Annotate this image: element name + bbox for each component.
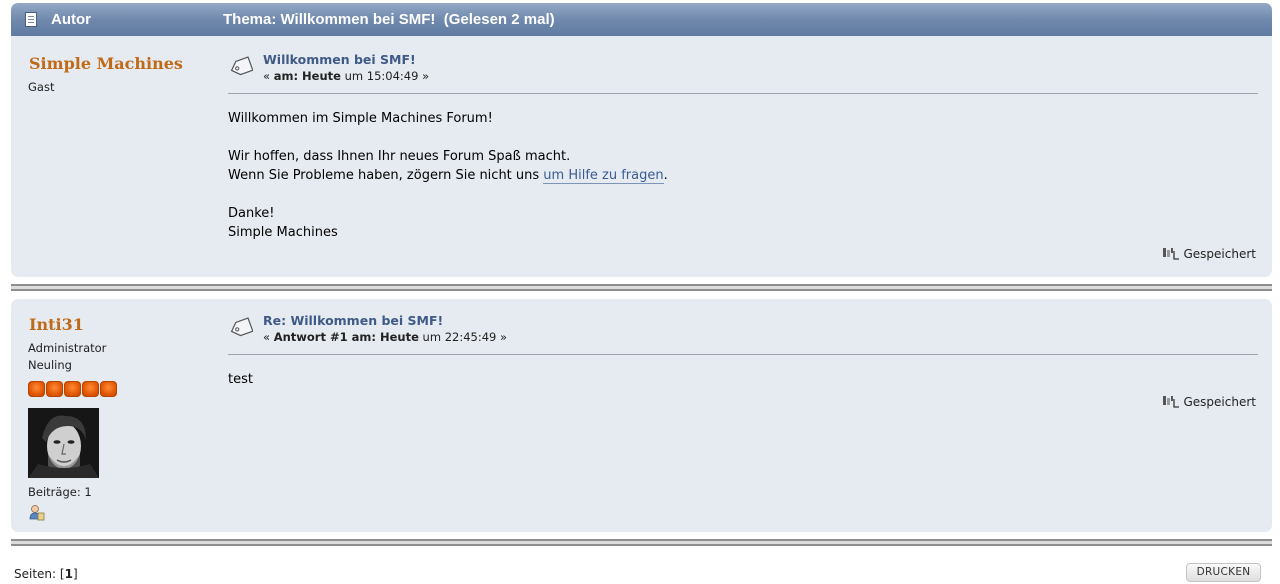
message-icon [230, 317, 253, 337]
print-button[interactable]: DRUCKEN [1186, 563, 1261, 582]
profile-icon[interactable] [29, 504, 45, 521]
post-2: Inti31 Administrator Neuling Beiträge: 1… [11, 299, 1272, 532]
star-icon [100, 381, 117, 397]
body-line: . [663, 168, 668, 183]
help-link[interactable]: um Hilfe zu fragen [543, 168, 664, 184]
rank-stars [28, 381, 117, 397]
saved-link[interactable]: Gespeichert [1162, 247, 1257, 261]
post-group: Neuling [28, 358, 72, 372]
post-title-link[interactable]: Willkommen bei SMF! [263, 52, 416, 67]
post-separator [11, 539, 1272, 546]
member-group: Gast [28, 80, 55, 94]
star-icon [64, 381, 81, 397]
saved-label: Gespeichert [1183, 247, 1257, 261]
saved-icon [1162, 396, 1179, 408]
pagination: Seiten: [1] [14, 567, 78, 581]
star-icon [82, 381, 99, 397]
pages-close: ] [72, 567, 78, 581]
member-group: Administrator [28, 341, 107, 355]
document-icon [25, 12, 37, 27]
pages-label: Seiten: [ [14, 567, 65, 581]
body-line: Wenn Sie Probleme haben, zögern Sie nich… [228, 168, 544, 183]
saved-icon [1162, 248, 1179, 260]
topic-header-bar: Autor Thema: Willkommen bei SMF! (Gelese… [11, 3, 1272, 36]
body-line: Willkommen im Simple Machines Forum! [228, 111, 493, 126]
post-body: Willkommen im Simple Machines Forum! Wir… [228, 109, 668, 242]
saved-label: Gespeichert [1183, 395, 1257, 409]
post-date: « Antwort #1 am: Heute um 22:45:49 » [263, 330, 508, 344]
saved-link[interactable]: Gespeichert [1162, 395, 1257, 409]
post-title-link[interactable]: Re: Willkommen bei SMF! [263, 313, 443, 328]
topic-title: Thema: Willkommen bei SMF! (Gelesen 2 ma… [223, 11, 555, 28]
message-icon [230, 56, 253, 76]
post-count: Beiträge: 1 [28, 485, 92, 499]
post-body: test [228, 370, 253, 389]
body-line: test [228, 372, 253, 387]
star-icon [28, 381, 45, 397]
poster-name[interactable]: Inti31 [29, 315, 84, 334]
body-line: Wir hoffen, dass Ihnen Ihr neues Forum S… [228, 149, 571, 164]
body-line: Danke! [228, 206, 275, 221]
post-divider [228, 93, 1258, 94]
star-icon [46, 381, 63, 397]
current-page[interactable]: 1 [65, 567, 73, 581]
avatar[interactable] [28, 408, 99, 478]
post-date: « am: Heute um 15:04:49 » [263, 69, 430, 83]
body-line: Simple Machines [228, 225, 338, 240]
poster-name[interactable]: Simple Machines [29, 54, 183, 73]
post-separator [11, 284, 1272, 291]
post-1: Simple Machines Gast Willkommen bei SMF!… [11, 36, 1272, 277]
post-divider [228, 354, 1258, 355]
author-column-label: Autor [51, 11, 91, 28]
